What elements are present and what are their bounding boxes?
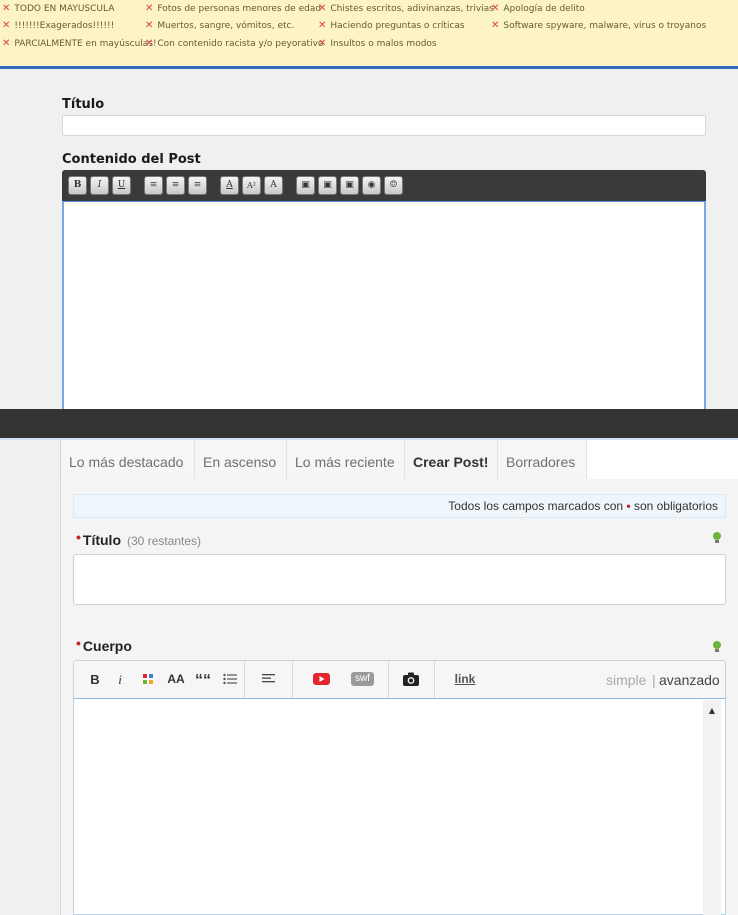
body-editor-toolbar: B i AA ““ swf link simple | avanzado bbox=[73, 660, 726, 699]
new-title-input[interactable] bbox=[73, 554, 726, 605]
x-icon: ✕ bbox=[491, 20, 500, 31]
rule-item: ✕ Chistes escritos, adivinanzas, trivias bbox=[318, 3, 494, 14]
x-icon: ✕ bbox=[491, 3, 500, 14]
old-content-editor[interactable] bbox=[62, 201, 706, 413]
post-tabs: Lo más destacado En ascenso Lo más recie… bbox=[61, 440, 738, 479]
x-icon: ✕ bbox=[2, 3, 11, 14]
italic-button[interactable]: i bbox=[109, 661, 131, 698]
x-icon: ✕ bbox=[318, 20, 327, 31]
old-font-size-button[interactable]: A² bbox=[242, 176, 261, 195]
x-icon: ✕ bbox=[145, 38, 154, 49]
mode-advanced[interactable]: avanzado bbox=[659, 661, 720, 698]
old-video-button[interactable]: ▣ bbox=[340, 176, 359, 195]
scroll-up-arrow-icon[interactable]: ▲ bbox=[703, 706, 721, 715]
x-icon: ✕ bbox=[145, 20, 154, 31]
x-icon: ✕ bbox=[2, 20, 11, 31]
tab-borradores[interactable]: Borradores bbox=[498, 440, 587, 479]
bold-button[interactable]: B bbox=[84, 661, 106, 698]
old-align-right-button[interactable]: ≡ bbox=[188, 176, 207, 195]
required-marker: • bbox=[76, 529, 81, 545]
old-image-button[interactable]: ▣ bbox=[296, 176, 315, 195]
toolbar-separator bbox=[388, 661, 389, 698]
required-marker: • bbox=[76, 635, 81, 651]
rule-item: ✕ Con contenido racista y/o peyorativo bbox=[145, 38, 324, 49]
old-bold-button[interactable]: B bbox=[68, 176, 87, 195]
font-size-button[interactable]: AA bbox=[164, 661, 188, 698]
lightbulb-icon[interactable] bbox=[712, 531, 722, 545]
rule-item: ✕ PARCIALMENTE en mayúsculas! bbox=[2, 38, 157, 49]
align-left-icon[interactable] bbox=[262, 673, 276, 685]
camera-icon[interactable] bbox=[403, 672, 419, 686]
mode-divider: | bbox=[652, 672, 656, 688]
body-label: • Cuerpo bbox=[76, 635, 132, 654]
old-globe-button[interactable]: ◉ bbox=[362, 176, 381, 195]
tab-crear-post[interactable]: Crear Post! bbox=[405, 440, 498, 479]
tab-destacado[interactable]: Lo más destacado bbox=[61, 440, 195, 479]
list-icon[interactable] bbox=[223, 673, 237, 685]
link-button[interactable]: link bbox=[450, 661, 480, 698]
old-font-color-button[interactable]: A bbox=[220, 176, 239, 195]
x-icon: ✕ bbox=[318, 38, 327, 49]
rule-item: ✕ Haciendo preguntas o críticas bbox=[318, 20, 465, 31]
old-content-label: Contenido del Post bbox=[62, 152, 201, 167]
rule-item: ✕ Insultos o malos modos bbox=[318, 38, 437, 49]
posting-rules-banner: ✕ TODO EN MAYUSCULA ✕ Fotos de personas me… bbox=[0, 0, 738, 66]
rule-item: ✕ Software spyware, malware, virus o troy… bbox=[491, 20, 707, 31]
editor-scrollbar[interactable]: ▲ bbox=[703, 700, 721, 915]
body-editor[interactable] bbox=[73, 698, 726, 915]
old-align-left-button[interactable]: ≡ bbox=[144, 176, 163, 195]
swf-button[interactable]: swf bbox=[351, 672, 374, 686]
quote-button[interactable]: ““ bbox=[192, 661, 214, 698]
mode-simple[interactable]: simple bbox=[606, 661, 646, 698]
old-flash-button[interactable]: ▣ bbox=[318, 176, 337, 195]
old-underline-button[interactable]: U bbox=[112, 176, 131, 195]
toolbar-separator bbox=[244, 661, 245, 698]
header-divider bbox=[0, 66, 738, 69]
x-icon: ✕ bbox=[318, 3, 327, 14]
old-emoticon-button[interactable]: ☺ bbox=[384, 176, 403, 195]
old-italic-button[interactable]: I bbox=[90, 176, 109, 195]
toolbar-separator bbox=[434, 661, 435, 698]
rule-item: ✕ !!!!!!!Exagerados!!!!!! bbox=[2, 20, 115, 31]
x-icon: ✕ bbox=[145, 3, 154, 14]
remaining-characters: (30 restantes) bbox=[127, 534, 202, 548]
youtube-icon[interactable] bbox=[313, 672, 330, 686]
required-fields-notice: Todos los campos marcados con • son obli… bbox=[73, 494, 726, 518]
rule-item: ✕ Muertos, sangre, vómitos, etc. bbox=[145, 20, 295, 31]
rule-item: ✕ Fotos de personas menores de edad bbox=[145, 3, 322, 14]
old-title-input[interactable] bbox=[62, 115, 706, 136]
old-align-center-button[interactable]: ≡ bbox=[166, 176, 185, 195]
color-palette-icon[interactable] bbox=[143, 674, 154, 685]
tab-reciente[interactable]: Lo más reciente bbox=[287, 440, 405, 479]
site-header-bar bbox=[0, 409, 738, 438]
new-title-label: • Título (30 restantes) bbox=[76, 529, 202, 548]
toolbar-separator bbox=[292, 661, 293, 698]
required-marker: • bbox=[626, 499, 631, 513]
x-icon: ✕ bbox=[2, 38, 11, 49]
rule-item: ✕ Apología de delito bbox=[491, 3, 585, 14]
lightbulb-icon[interactable] bbox=[712, 640, 722, 654]
old-title-label: Título bbox=[62, 97, 105, 112]
old-editor-toolbar: B I U ≡ ≡ ≡ A A² A ▣ ▣ ▣ ◉ ☺ bbox=[62, 170, 706, 201]
tab-ascenso[interactable]: En ascenso bbox=[195, 440, 287, 479]
old-font-face-button[interactable]: A bbox=[264, 176, 283, 195]
rule-item: ✕ TODO EN MAYUSCULA bbox=[2, 3, 115, 14]
